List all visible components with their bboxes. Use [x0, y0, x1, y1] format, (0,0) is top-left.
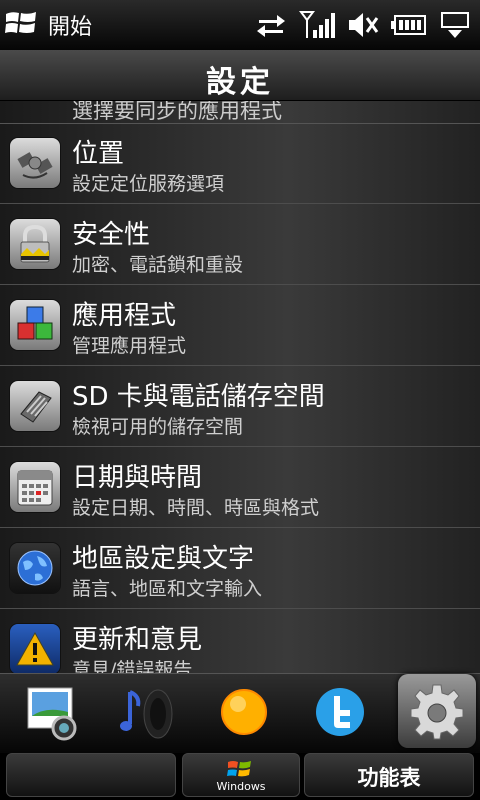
list-item-title: 安全性: [72, 220, 151, 250]
list-item-subtitle: 設定定位服務選項: [72, 173, 225, 195]
list-item-subtitle: 意見/錯誤報告: [72, 659, 193, 673]
dock-item-twitter[interactable]: [308, 682, 372, 746]
list-item-applications[interactable]: 應用程式 管理應用程式: [0, 285, 480, 366]
list-item-subtitle: 檢視可用的儲存空間: [72, 416, 244, 438]
windows-start-button[interactable]: Windows: [182, 753, 300, 797]
data-transfer-icon[interactable]: [252, 10, 290, 40]
start-button[interactable]: 開始: [4, 8, 92, 42]
tab-dock: [0, 673, 480, 754]
connectivity-icon[interactable]: [436, 10, 474, 40]
globe-icon: [10, 543, 60, 593]
satellite-icon: [10, 138, 60, 188]
dock-item-music[interactable]: [116, 682, 180, 746]
list-item-title: 日期與時間: [72, 463, 203, 493]
warning-icon: [10, 624, 60, 673]
list-item-subtitle: 管理應用程式: [72, 335, 187, 357]
battery-icon[interactable]: [390, 10, 428, 40]
calendar-icon: [10, 462, 60, 512]
list-item-subtitle: 加密、電話鎖和重設: [72, 254, 244, 276]
padlock-icon: [10, 219, 60, 269]
list-item-title: 應用程式: [72, 301, 177, 331]
page-title: 設定: [206, 65, 274, 100]
photos-camera-icon: [22, 682, 82, 746]
softkey-bar: Windows 功能表: [0, 753, 480, 800]
settings-list[interactable]: 選擇要同步的應用程式 位置 設定定位服務選項 安全性 加密、電話鎖和重設 應用程…: [0, 101, 480, 673]
start-label: 開始: [48, 15, 93, 40]
windows-label: Windows: [216, 780, 266, 793]
list-item-date-time[interactable]: 日期與時間 設定日期、時間、時區與格式: [0, 447, 480, 528]
list-item-subtitle: 語言、地區和文字輸入: [72, 578, 263, 600]
memory-card-icon: [10, 381, 60, 431]
list-item-storage[interactable]: SD 卡與電話儲存空間 檢視可用的儲存空間: [0, 366, 480, 447]
music-speaker-icon: [118, 682, 178, 746]
title-bar: 設定: [0, 50, 480, 101]
twitter-icon: [310, 682, 370, 746]
list-item-subtitle: 設定日期、時間、時區與格式: [72, 497, 320, 519]
list-item-title: 地區設定與文字: [72, 544, 255, 574]
dock-item-settings[interactable]: [398, 674, 476, 748]
status-bar: 開始: [0, 0, 480, 50]
menu-softkey-label: 功能表: [357, 766, 421, 790]
list-item-locale-text[interactable]: 地區設定與文字 語言、地區和文字輸入: [0, 528, 480, 609]
settings-gear-icon: [407, 681, 467, 745]
signal-strength-icon[interactable]: [298, 10, 336, 40]
list-item-location[interactable]: 位置 設定定位服務選項: [0, 123, 480, 204]
windows-flag-icon: [4, 8, 38, 42]
list-item-partial[interactable]: 選擇要同步的應用程式: [0, 101, 480, 124]
dock-item-photos[interactable]: [20, 682, 84, 746]
list-item-partial-text: 選擇要同步的應用程式: [72, 101, 282, 123]
list-item-title: 位置: [72, 139, 125, 169]
app-cubes-icon: [10, 300, 60, 350]
list-item-updates-feedback[interactable]: 更新和意見 意見/錯誤報告: [0, 609, 480, 673]
list-item-title: SD 卡與電話儲存空間: [72, 382, 325, 412]
speaker-muted-icon[interactable]: [344, 10, 382, 40]
list-item-security[interactable]: 安全性 加密、電話鎖和重設: [0, 204, 480, 285]
left-softkey[interactable]: [6, 753, 176, 797]
list-item-title: 更新和意見: [72, 625, 203, 655]
dock-item-weather[interactable]: [212, 682, 276, 746]
menu-softkey[interactable]: 功能表: [304, 753, 474, 797]
weather-sun-icon: [214, 682, 274, 746]
